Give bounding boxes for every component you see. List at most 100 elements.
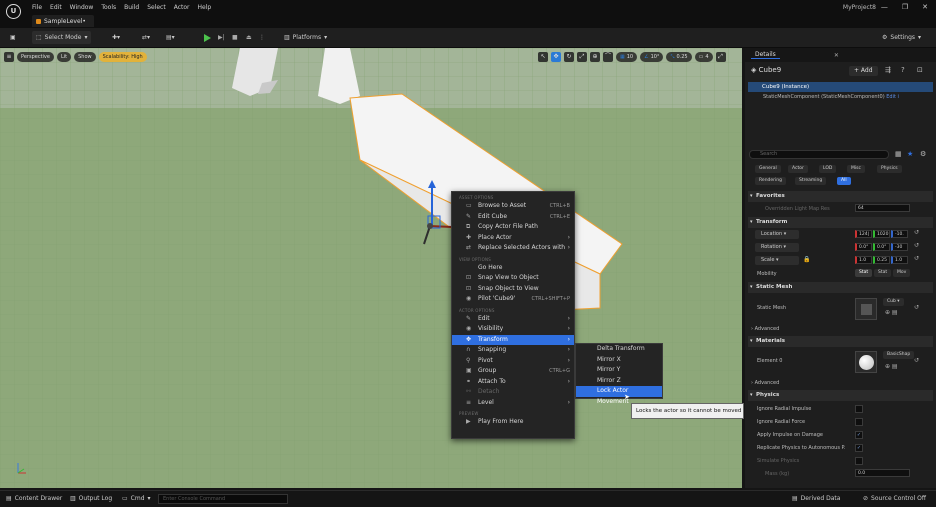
menu-build[interactable]: Build [124,4,147,11]
browse-mesh-icon[interactable]: ⊕ ▤ [885,309,898,316]
play-options-button[interactable]: ⋮ [255,31,269,44]
output-log-button[interactable]: ▥ Output Log [70,495,112,502]
mobility-stationary[interactable]: Stat [874,269,892,277]
derived-data-button[interactable]: ▤ Derived Data [792,495,840,502]
add-content-button[interactable]: ✚▾ [108,31,124,44]
maximize-icon[interactable]: ❐ [902,3,908,11]
world-local-icon[interactable]: ⊕ [590,51,600,62]
menu-mirror-x[interactable]: Mirror X [576,355,662,366]
maximize-viewport-icon[interactable]: ⤢ [715,51,726,62]
mobility-static[interactable]: Stat [855,269,873,277]
advance-frame-button[interactable]: ▶| [214,31,229,44]
details-search-input[interactable]: Search [749,150,889,159]
scale-y[interactable]: 0.25 [873,256,890,264]
override-light-field[interactable]: 64 [855,204,910,212]
rotation-y[interactable]: 0.0° [873,243,890,251]
select-mode-dropdown[interactable]: ⬚ Select Mode ▾ [32,31,92,44]
save-icon[interactable]: ▣ [6,31,20,44]
reset-mesh-icon[interactable]: ↺ [914,304,919,311]
scale-snap-button[interactable]: ⤡ 0.25 [666,51,692,62]
camera-speed-button[interactable]: ▭ 4 [694,51,713,62]
rotation-dropdown[interactable]: Rotation ▾ [755,243,799,252]
scale-tool-icon[interactable]: ⤢ [577,51,587,62]
apply-impulse-checkbox[interactable]: ✓ [855,431,863,439]
menu-play-from-here[interactable]: ▶ Play From Here [452,417,574,428]
advanced-materials[interactable]: › Advanced [751,380,779,386]
edit-component-link[interactable]: Edit i [886,94,899,100]
scalability-badge[interactable]: Scalability: High [98,51,147,62]
settings-button[interactable]: ⚙ Settings ▾ [878,31,925,44]
lock-icon[interactable]: ⊡ [917,66,923,74]
scale-dropdown[interactable]: Scale ▾ [755,256,799,265]
favorites-section[interactable]: Favorites [748,191,933,202]
scale-x[interactable]: 1.0 [855,256,872,264]
translate-tool-icon[interactable]: ✥ [551,51,561,62]
menu-transform[interactable]: ✥ Transform › [452,334,574,345]
simulate-physics-checkbox[interactable] [855,457,863,465]
mesh-thumbnail[interactable] [855,298,877,320]
browse-material-icon[interactable]: ⊕ ▤ [885,363,898,370]
location-x[interactable]: 124| [855,230,872,238]
menu-snap-view-to-object[interactable]: ⊡ Snap View to Object [452,273,574,284]
transform-section[interactable]: Transform [748,217,933,228]
menu-pilot-cube[interactable]: ◉ Pilot 'Cube9' CTRL+SHIFT+P [452,294,574,305]
filter-actor[interactable]: Actor [788,165,808,173]
menu-copy-file-path[interactable]: ⧉ Copy Actor File Path [452,222,574,233]
stop-button[interactable]: ■ [228,31,242,44]
unreal-logo-icon[interactable]: U [6,4,21,19]
material-thumbnail[interactable] [855,351,877,373]
filter-misc[interactable]: Misc [847,165,865,173]
menu-snap-object-to-view[interactable]: ⊡ Snap Object to View [452,284,574,295]
menu-group[interactable]: ▣ Group CTRL+G [452,366,574,377]
mass-field[interactable]: 0.0 [855,469,910,477]
reset-location-icon[interactable]: ↺ [914,229,919,236]
blueprint-icon[interactable]: ⇶ [885,66,891,74]
select-tool-icon[interactable]: ↖ [538,51,548,62]
blueprints-button[interactable]: ⇄▾ [138,31,154,44]
menu-tools[interactable]: Tools [101,4,124,11]
material-picker[interactable]: BasicShap [883,351,915,359]
play-button[interactable] [200,31,215,44]
grid-view-icon[interactable]: ▦ [895,150,902,158]
menu-mirror-y[interactable]: Mirror Y [576,365,662,376]
ignore-radial-force-checkbox[interactable] [855,418,863,426]
menu-mirror-z[interactable]: Mirror Z [576,376,662,387]
filter-all[interactable]: All [837,177,851,185]
menu-select[interactable]: Select [147,4,174,11]
filter-streaming[interactable]: Streaming [795,177,827,185]
menu-go-here[interactable]: Go Here [452,263,574,274]
menu-edit[interactable]: Edit [50,4,70,11]
minimize-icon[interactable]: — [881,3,888,11]
star-icon[interactable]: ★ [907,150,913,158]
advanced-static-mesh[interactable]: › Advanced [751,326,779,332]
filter-lod[interactable]: LOD [819,165,837,173]
menu-actor[interactable]: Actor [174,4,198,11]
menu-delta-transform[interactable]: Delta Transform [576,344,662,355]
help-icon[interactable]: ? [901,66,905,74]
rotate-tool-icon[interactable]: ↻ [564,51,574,62]
content-drawer-button[interactable]: ▤ Content Drawer [6,495,62,502]
cmd-dropdown[interactable]: ▭ Cmd ▾ [122,495,151,502]
reset-scale-icon[interactable]: ↺ [914,255,919,262]
menu-window[interactable]: Window [70,4,102,11]
menu-edit[interactable]: ✎ Edit › [452,314,574,325]
materials-section[interactable]: Materials [748,336,933,347]
close-tab-icon[interactable]: ✕ [834,52,839,59]
mesh-picker[interactable]: Cub ▾ [883,298,904,306]
reset-rotation-icon[interactable]: ↺ [914,242,919,249]
rotation-x[interactable]: 0.0° [855,243,872,251]
viewport-menu-icon[interactable]: ≡ [4,51,14,62]
location-z[interactable]: -10. [891,230,908,238]
location-y[interactable]: 1020 [873,230,890,238]
menu-place-actor[interactable]: ✚ Place Actor › [452,233,574,244]
platforms-dropdown[interactable]: ▥ Platforms ▾ [280,31,331,44]
details-tab[interactable]: Details [751,51,780,59]
component-instance-row[interactable]: Cube9 (Instance) [748,82,933,92]
show-button[interactable]: Show [74,51,96,62]
surface-snap-icon[interactable]: ⌒ [603,51,613,62]
add-component-button[interactable]: + Add [849,66,878,76]
menu-replace-actors[interactable]: ⇄ Replace Selected Actors with › [452,243,574,254]
gear-icon[interactable]: ⚙ [920,150,926,158]
source-control-button[interactable]: ⊘ Source Control Off [863,495,926,502]
cinematics-button[interactable]: ▤▾ [162,31,179,44]
